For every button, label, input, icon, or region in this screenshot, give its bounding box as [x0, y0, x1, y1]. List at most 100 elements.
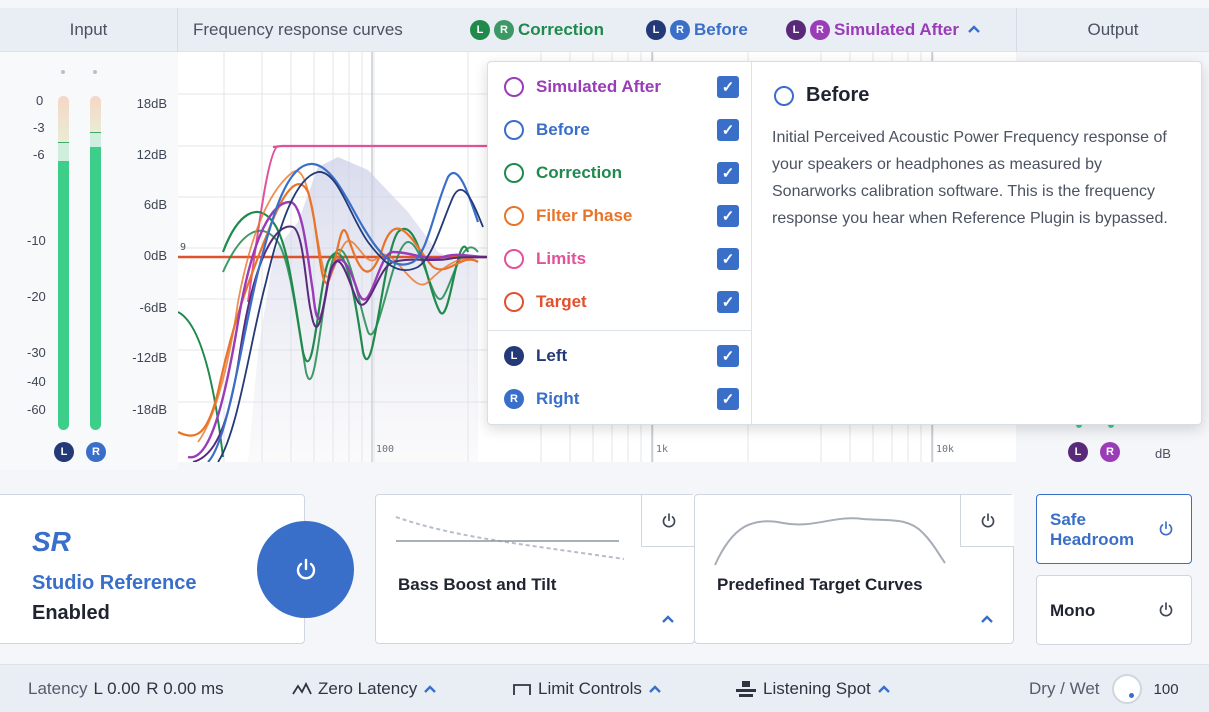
- right-channel-badge: R: [810, 20, 830, 40]
- db-tick-label: 18dB: [136, 96, 167, 111]
- curve-item-target[interactable]: Target ✓: [504, 288, 739, 316]
- curve-item-filter-phase[interactable]: Filter Phase ✓: [504, 202, 739, 230]
- curve-checkbox[interactable]: ✓: [717, 119, 739, 141]
- output-section-title: Output: [1016, 8, 1209, 52]
- db-tick-label: -18dB: [132, 402, 167, 417]
- chevron-up-icon: [649, 685, 661, 693]
- latency-readout: Latency L 0.00 R 0.00 ms: [28, 665, 224, 712]
- db-tick-label: 0dB: [143, 248, 167, 263]
- curve-ring-icon: [504, 163, 524, 183]
- channel-item-left[interactable]: L Left ✓: [504, 342, 739, 370]
- channel-checkbox[interactable]: ✓: [717, 388, 739, 410]
- power-icon: [662, 512, 675, 528]
- meter-scale-label: 0: [36, 93, 44, 108]
- divider: [488, 330, 752, 331]
- legend-before-label: Before: [694, 20, 748, 39]
- curve-item-label: Simulated After: [536, 77, 662, 96]
- curve-item-label: Target: [536, 292, 587, 311]
- left-channel-badge: L: [470, 20, 490, 40]
- curve-ring-icon: [774, 85, 794, 106]
- curve-checkbox[interactable]: ✓: [717, 291, 739, 313]
- right-channel-badge: R: [494, 20, 514, 40]
- latency-right: R 0.00 ms: [146, 679, 224, 698]
- curve-item-label: Filter Phase: [536, 206, 633, 225]
- latency-left: L 0.00: [93, 679, 141, 698]
- graph-marker-label: 9: [180, 242, 187, 253]
- chevron-up-icon: [877, 685, 890, 693]
- right-channel-badge: R: [670, 20, 690, 40]
- db-tick-label: -6dB: [139, 300, 167, 315]
- studio-reference-name: Studio Reference: [32, 572, 197, 594]
- graph-title: Frequency response curves: [193, 20, 403, 39]
- input-meters: 0 -3 -6 -10 -20 -30 -40 -60 18dB 12dB 6d…: [0, 52, 178, 470]
- curve-checkbox[interactable]: ✓: [717, 248, 739, 270]
- freq-tick-label: 10k: [936, 444, 955, 455]
- meter-scale-label: -20: [27, 289, 46, 304]
- bass-boost-power-button[interactable]: [641, 495, 695, 547]
- safe-headroom-button[interactable]: Safe Headroom: [1036, 494, 1192, 564]
- db-tick-label: 12dB: [136, 147, 167, 162]
- meter-scale-label: -30: [27, 345, 46, 360]
- curve-item-before[interactable]: Before ✓: [504, 116, 739, 144]
- bass-boost-title: Bass Boost and Tilt: [398, 575, 557, 594]
- channel-item-label: Left: [536, 346, 568, 365]
- power-icon: [296, 558, 315, 579]
- target-curve-preview: [714, 517, 946, 566]
- channel-badge: L: [504, 346, 524, 366]
- limit-icon: [513, 684, 531, 695]
- bass-boost-preview: [395, 516, 625, 560]
- curve-ring-icon: [504, 249, 524, 269]
- chevron-up-icon: [424, 685, 437, 693]
- zero-latency-menu[interactable]: Zero Latency: [292, 665, 437, 712]
- mono-label: Mono: [1050, 601, 1096, 620]
- output-channel-badges: L R: [1068, 422, 1120, 462]
- output-right-badge: R: [1100, 442, 1120, 462]
- studio-reference-status: Enabled: [32, 602, 110, 624]
- curve-visibility-dropdown: Simulated After ✓ Before ✓ Correction ✓ …: [487, 61, 1202, 426]
- output-left-badge: L: [1068, 442, 1088, 462]
- legend-correction-label: Correction: [518, 20, 604, 39]
- studio-reference-power-button[interactable]: [257, 521, 354, 618]
- output-unit-label: dB: [1155, 446, 1171, 461]
- listening-spot-menu[interactable]: Listening Spot: [735, 665, 891, 712]
- meter-scale-label: -40: [27, 374, 46, 389]
- curve-item-label: Limits: [536, 249, 587, 268]
- limit-controls-label: Limit Controls: [538, 679, 642, 698]
- channel-item-right[interactable]: R Right ✓: [504, 385, 739, 413]
- legend-simulated-after[interactable]: L R Simulated After: [786, 8, 981, 52]
- curve-ring-icon: [504, 292, 524, 312]
- bass-boost-card[interactable]: Bass Boost and Tilt: [375, 494, 695, 644]
- dry-wet-knob[interactable]: [1111, 674, 1142, 704]
- freq-tick-label: 100: [376, 444, 395, 455]
- dry-wet-control[interactable]: Dry / Wet 100: [1029, 665, 1179, 712]
- latency-label: Latency: [28, 679, 88, 698]
- curve-item-limits[interactable]: Limits ✓: [504, 245, 739, 273]
- peak-indicator-right: [93, 70, 97, 74]
- curve-ring-icon: [504, 206, 524, 226]
- curve-checkbox[interactable]: ✓: [717, 162, 739, 184]
- zero-latency-label: Zero Latency: [318, 679, 418, 698]
- chevron-up-icon[interactable]: [967, 22, 981, 37]
- legend-before[interactable]: L R Before: [646, 8, 748, 52]
- mono-button[interactable]: Mono: [1036, 575, 1192, 645]
- chevron-up-icon[interactable]: [980, 611, 994, 628]
- curve-item-correction[interactable]: Correction ✓: [504, 159, 739, 187]
- channel-item-label: Right: [536, 389, 580, 408]
- target-curves-card[interactable]: Predefined Target Curves: [694, 494, 1014, 644]
- curve-detail-description: Initial Perceived Acoustic Power Frequen…: [772, 129, 1168, 227]
- legend-correction[interactable]: L R Correction: [470, 8, 604, 52]
- curve-checkbox[interactable]: ✓: [717, 205, 739, 227]
- curve-item-label: Correction: [536, 163, 622, 182]
- channel-checkbox[interactable]: ✓: [717, 345, 739, 367]
- power-icon: [1159, 602, 1173, 617]
- meter-scale-label: -10: [27, 233, 46, 248]
- target-curves-power-button[interactable]: [960, 495, 1014, 547]
- left-channel-badge: L: [786, 20, 806, 40]
- curve-checkbox[interactable]: ✓: [717, 76, 739, 98]
- curve-item-simulated-after[interactable]: Simulated After ✓: [504, 73, 739, 101]
- chevron-up-icon[interactable]: [661, 611, 675, 628]
- input-right-badge: R: [86, 442, 106, 462]
- limit-controls-menu[interactable]: Limit Controls: [512, 665, 662, 712]
- input-meter-right: [90, 96, 101, 430]
- curve-item-label: Before: [536, 120, 590, 139]
